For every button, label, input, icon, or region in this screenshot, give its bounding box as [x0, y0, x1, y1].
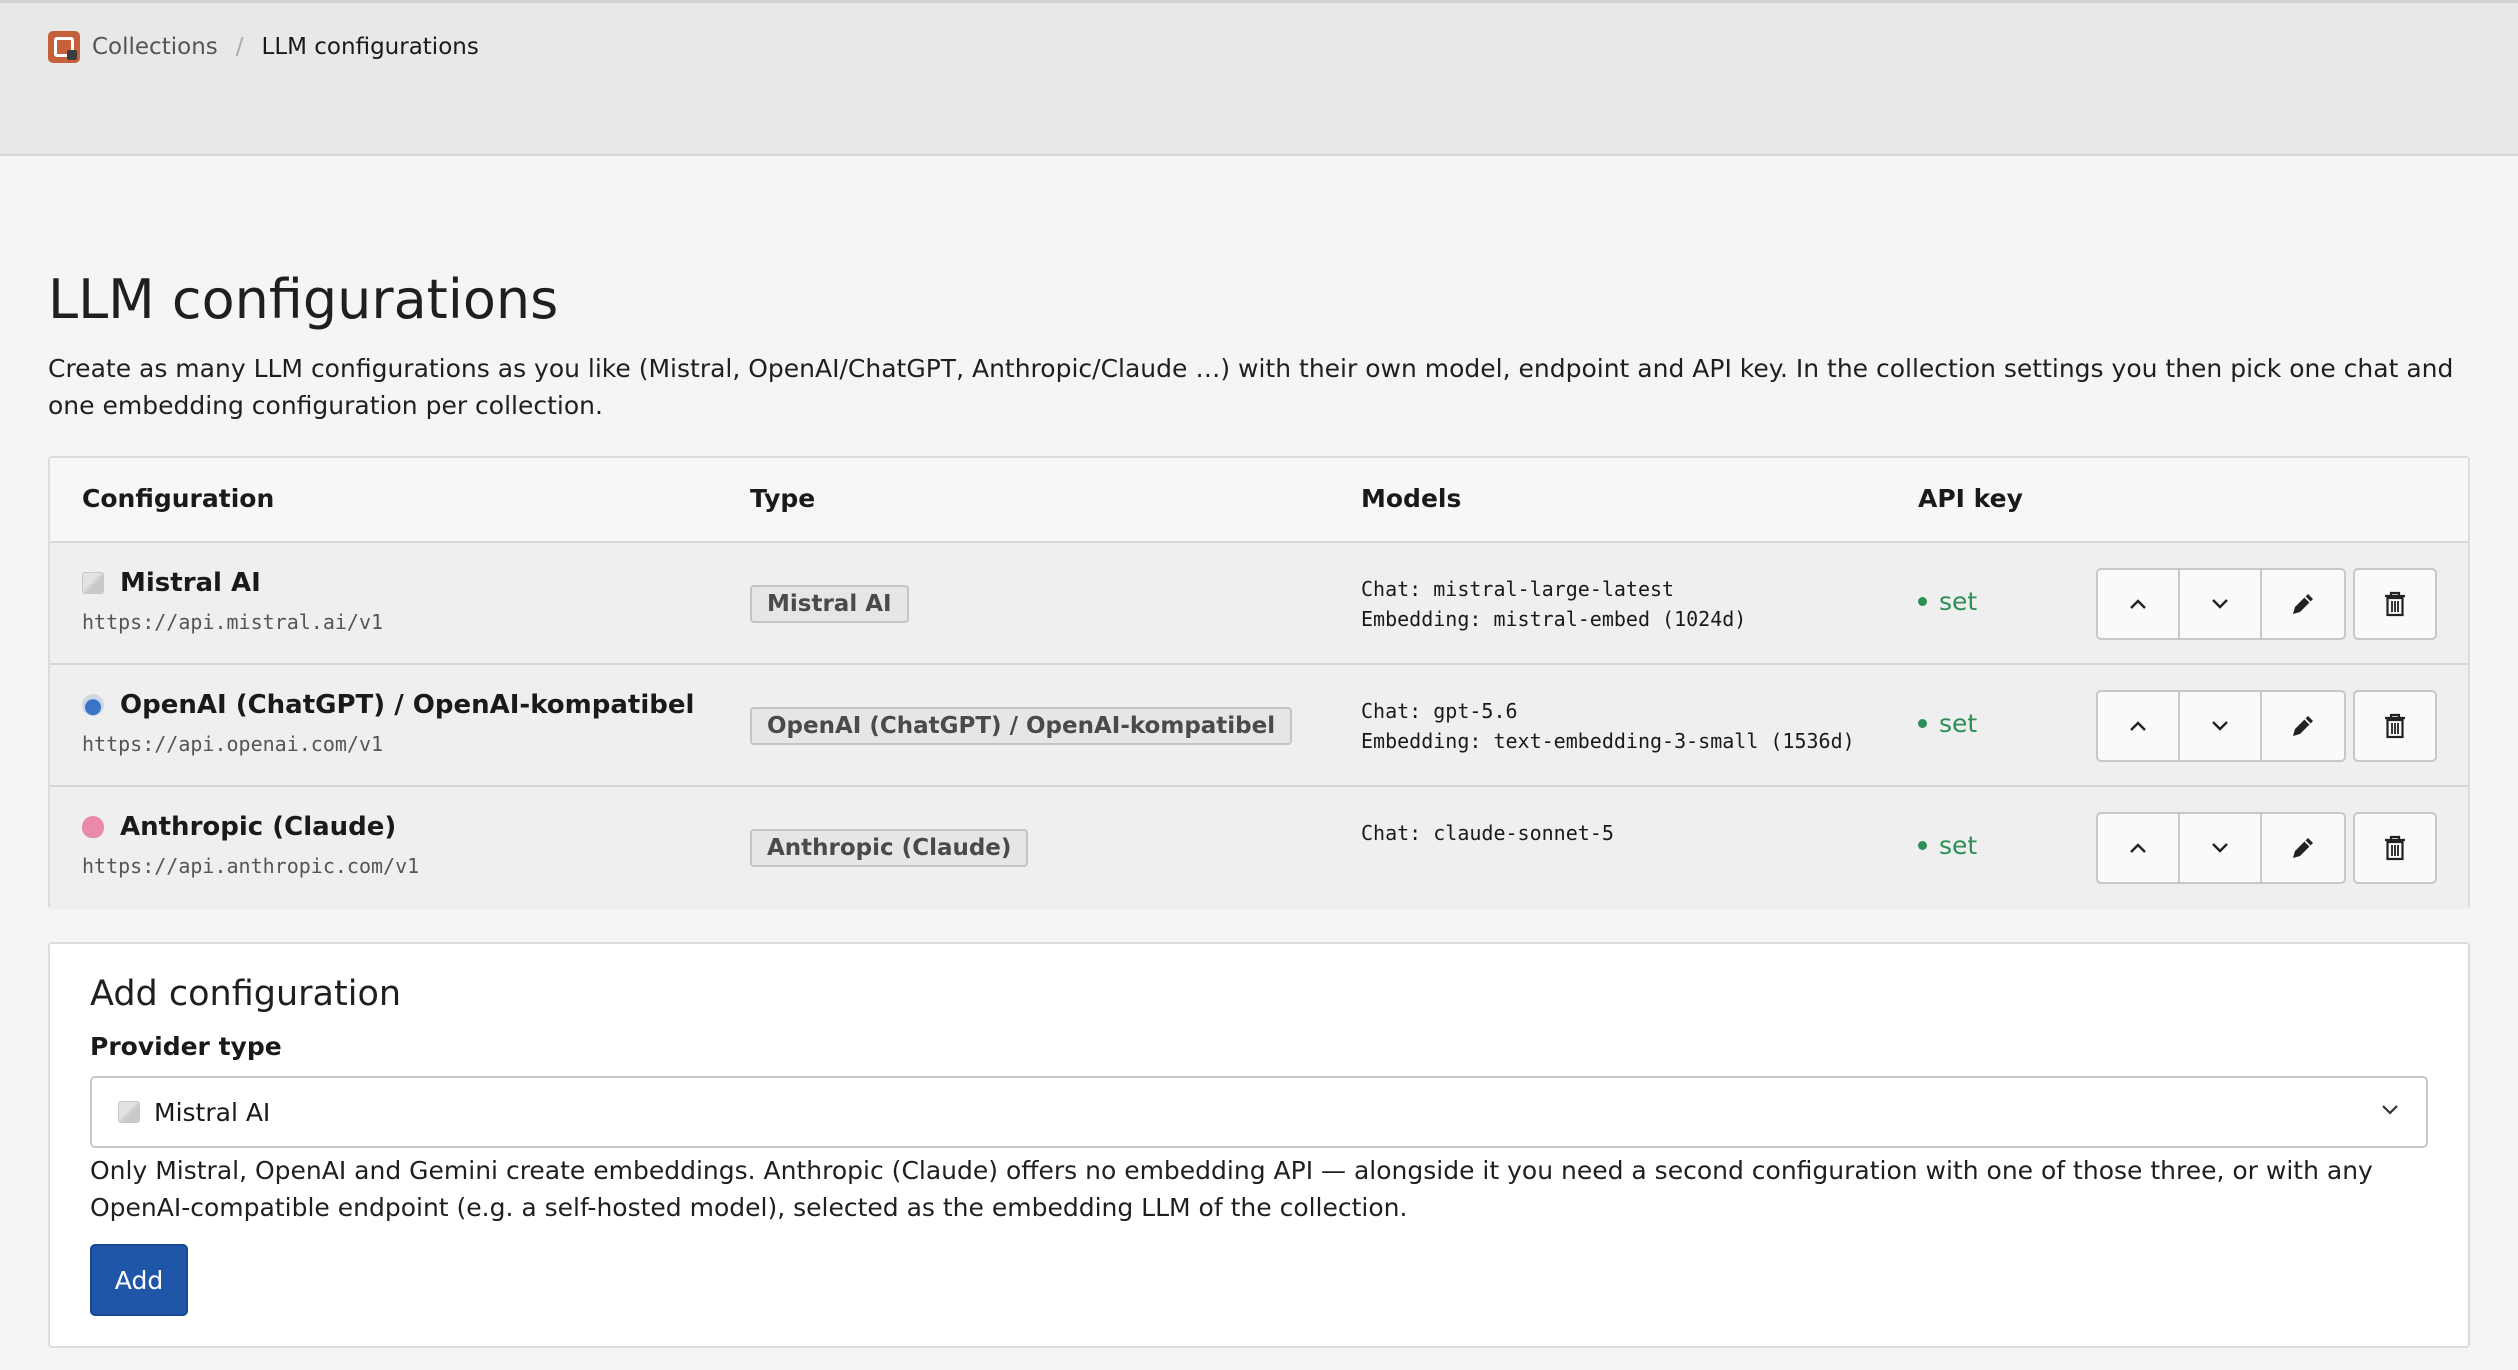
row-action-group [2096, 568, 2346, 640]
type-badge: OpenAI (ChatGPT) / OpenAI-kompatibel [750, 707, 1293, 745]
chevron-down-icon [2212, 721, 2228, 731]
embedding-hint: Only Mistral, OpenAI and Gemini create e… [90, 1156, 2373, 1222]
chat-model: Chat: gpt-5.6 [1361, 699, 1518, 723]
page-description: Create as many LLM configurations as you… [48, 354, 2454, 420]
delete-button[interactable] [2353, 690, 2437, 762]
chevron-up-icon [2130, 721, 2146, 731]
status-dot-icon [1918, 719, 1927, 728]
chevron-down-icon [2212, 599, 2228, 609]
move-down-button[interactable] [2180, 692, 2262, 760]
top-bar: Collections / LLM configurations [0, 0, 2518, 156]
configurations-table: Configuration Type Models API key Mistra… [48, 456, 2470, 909]
config-name-label: Mistral AI [120, 568, 261, 598]
column-header-type: Type [750, 484, 816, 513]
add-button[interactable]: Add [90, 1244, 188, 1316]
app-logo-icon[interactable] [48, 31, 80, 63]
models-info: Chat: claude-sonnet-5 [1361, 818, 1614, 848]
config-endpoint-url: https://api.openai.com/v1 [82, 732, 384, 756]
openai-icon [82, 694, 104, 716]
move-up-button[interactable] [2098, 692, 2180, 760]
config-name-label: OpenAI (ChatGPT) / OpenAI-kompatibel [120, 690, 695, 720]
column-header-configuration: Configuration [82, 484, 275, 513]
config-name-label: Anthropic (Claude) [120, 812, 397, 842]
delete-button[interactable] [2353, 812, 2437, 884]
api-key-status: set [1918, 709, 1977, 738]
api-key-status-label: set [1939, 587, 1978, 616]
trash-icon [2385, 835, 2405, 861]
chevron-down-icon [2382, 1105, 2398, 1115]
models-info: Chat: gpt-5.6 Embedding: text-embedding-… [1361, 696, 1855, 756]
move-down-button[interactable] [2180, 570, 2262, 638]
edit-button[interactable] [2262, 570, 2344, 638]
provider-type-value: Mistral AI [154, 1097, 271, 1127]
provider-type-label: Provider type [90, 1032, 282, 1061]
config-name: OpenAI (ChatGPT) / OpenAI-kompatibel [82, 690, 694, 720]
config-name: Anthropic (Claude) [82, 812, 396, 842]
breadcrumb-separator: / [235, 34, 244, 60]
table-row: Anthropic (Claude) https://api.anthropic… [50, 787, 2468, 909]
column-header-api-key: API key [1918, 484, 2023, 513]
pencil-icon [2293, 716, 2313, 736]
trash-icon [2385, 591, 2405, 617]
move-up-button[interactable] [2098, 814, 2180, 882]
config-name: Mistral AI [82, 568, 261, 598]
chat-model: Chat: claude-sonnet-5 [1361, 821, 1614, 845]
edit-button[interactable] [2262, 814, 2344, 882]
column-header-models: Models [1361, 484, 1462, 513]
page-title: LLM configurations [48, 268, 559, 331]
api-key-status-label: set [1939, 831, 1978, 860]
row-action-group [2096, 690, 2346, 762]
move-down-button[interactable] [2180, 814, 2262, 882]
type-badge: Anthropic (Claude) [750, 829, 1029, 867]
trash-icon [2385, 713, 2405, 739]
row-action-group [2096, 812, 2346, 884]
move-up-button[interactable] [2098, 570, 2180, 638]
breadcrumb-collections-link[interactable]: Collections [92, 34, 218, 60]
mistral-icon [118, 1101, 140, 1123]
status-dot-icon [1918, 841, 1927, 850]
add-configuration-title: Add configuration [90, 974, 402, 1014]
chevron-up-icon [2130, 599, 2146, 609]
breadcrumb-current: LLM configurations [261, 34, 479, 60]
provider-type-select[interactable]: Mistral AI [90, 1076, 2428, 1148]
api-key-status-label: set [1939, 709, 1978, 738]
type-badge: Mistral AI [750, 585, 909, 623]
chevron-down-icon [2212, 843, 2228, 853]
chat-model: Chat: mistral-large-latest [1361, 577, 1675, 601]
table-row: OpenAI (ChatGPT) / OpenAI-kompatibel htt… [50, 665, 2468, 787]
embedding-model: Embedding: text-embedding-3-small (1536d… [1361, 729, 1855, 753]
anthropic-icon [82, 816, 104, 838]
chevron-up-icon [2130, 843, 2146, 853]
models-info: Chat: mistral-large-latest Embedding: mi… [1361, 574, 1746, 634]
config-endpoint-url: https://api.mistral.ai/v1 [82, 610, 384, 634]
breadcrumb: Collections / LLM configurations [48, 31, 479, 63]
table-row: Mistral AI https://api.mistral.ai/v1 Mis… [50, 543, 2468, 665]
embedding-model: Embedding: mistral-embed (1024d) [1361, 607, 1747, 631]
api-key-status: set [1918, 587, 1977, 616]
config-endpoint-url: https://api.anthropic.com/v1 [82, 854, 420, 878]
pencil-icon [2293, 594, 2313, 614]
delete-button[interactable] [2353, 568, 2437, 640]
pencil-icon [2293, 838, 2313, 858]
mistral-icon [82, 572, 104, 594]
status-dot-icon [1918, 597, 1927, 606]
table-header: Configuration Type Models API key [50, 458, 2468, 543]
add-configuration-card: Add configuration Provider type Mistral … [48, 942, 2470, 1348]
edit-button[interactable] [2262, 692, 2344, 760]
api-key-status: set [1918, 831, 1977, 860]
